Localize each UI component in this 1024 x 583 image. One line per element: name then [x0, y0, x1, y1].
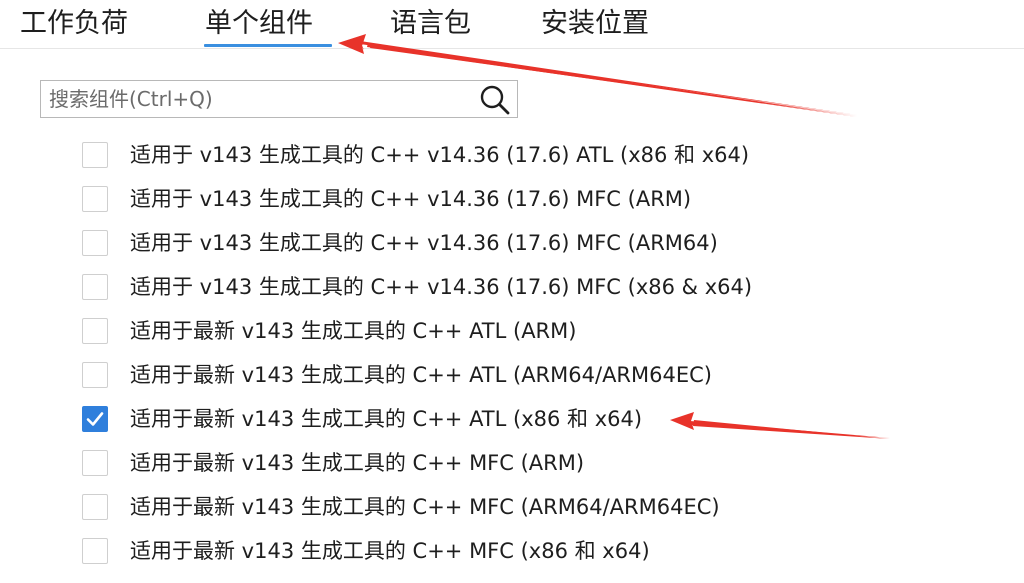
tab-individual-components[interactable]: 单个组件	[205, 4, 313, 44]
component-checkbox[interactable]	[82, 186, 108, 212]
search-input[interactable]	[49, 83, 469, 115]
component-checkbox[interactable]	[82, 230, 108, 256]
component-row[interactable]: 适用于最新 v143 生成工具的 C++ MFC (ARM64/ARM64EC)	[80, 486, 980, 526]
component-checkbox[interactable]	[82, 450, 108, 476]
tab-language-packs[interactable]: 语言包	[390, 4, 471, 44]
component-label: 适用于最新 v143 生成工具的 C++ ATL (x86 和 x64)	[130, 407, 643, 431]
component-row[interactable]: 适用于 v143 生成工具的 C++ v14.36 (17.6) MFC (AR…	[80, 222, 980, 262]
component-checkbox[interactable]	[82, 538, 108, 564]
component-row[interactable]: 适用于 v143 生成工具的 C++ v14.36 (17.6) MFC (AR…	[80, 178, 980, 218]
tab-bar: 工作负荷 单个组件 语言包 安装位置	[0, 0, 1024, 49]
component-label: 适用于最新 v143 生成工具的 C++ MFC (ARM)	[130, 451, 585, 475]
tab-workloads[interactable]: 工作负荷	[20, 4, 128, 44]
component-checkbox[interactable]	[82, 142, 108, 168]
component-label: 适用于 v143 生成工具的 C++ v14.36 (17.6) MFC (AR…	[130, 187, 692, 211]
component-checkbox[interactable]	[82, 362, 108, 388]
component-row[interactable]: 适用于最新 v143 生成工具的 C++ MFC (ARM)	[80, 442, 980, 482]
component-label: 适用于最新 v143 生成工具的 C++ MFC (x86 和 x64)	[130, 539, 650, 563]
component-checkbox[interactable]	[82, 318, 108, 344]
component-checkbox[interactable]	[82, 494, 108, 520]
search-icon[interactable]	[475, 83, 515, 116]
component-label: 适用于 v143 生成工具的 C++ v14.36 (17.6) MFC (x8…	[130, 275, 753, 299]
active-tab-indicator	[204, 44, 332, 47]
component-label: 适用于 v143 生成工具的 C++ v14.36 (17.6) ATL (x8…	[130, 143, 750, 167]
tab-install-location[interactable]: 安装位置	[541, 4, 649, 44]
component-label: 适用于 v143 生成工具的 C++ v14.36 (17.6) MFC (AR…	[130, 231, 718, 255]
component-label: 适用于最新 v143 生成工具的 C++ ATL (ARM64/ARM64EC)	[130, 363, 712, 387]
component-row[interactable]: 适用于 v143 生成工具的 C++ v14.36 (17.6) MFC (x8…	[80, 266, 980, 306]
component-row[interactable]: 适用于最新 v143 生成工具的 C++ ATL (ARM64/ARM64EC)	[80, 354, 980, 394]
checkmark-icon	[86, 412, 104, 426]
component-row[interactable]: 适用于最新 v143 生成工具的 C++ MFC (x86 和 x64)	[80, 530, 980, 570]
component-row[interactable]: 适用于最新 v143 生成工具的 C++ ATL (x86 和 x64)	[80, 398, 980, 438]
component-checkbox[interactable]	[82, 274, 108, 300]
component-row[interactable]: 适用于最新 v143 生成工具的 C++ ATL (ARM)	[80, 310, 980, 350]
component-checkbox-checked[interactable]	[82, 406, 108, 432]
component-label: 适用于最新 v143 生成工具的 C++ ATL (ARM)	[130, 319, 577, 343]
component-row[interactable]: 适用于 v143 生成工具的 C++ v14.36 (17.6) ATL (x8…	[80, 134, 980, 174]
component-label: 适用于最新 v143 生成工具的 C++ MFC (ARM64/ARM64EC)	[130, 495, 720, 519]
search-box	[40, 80, 518, 118]
